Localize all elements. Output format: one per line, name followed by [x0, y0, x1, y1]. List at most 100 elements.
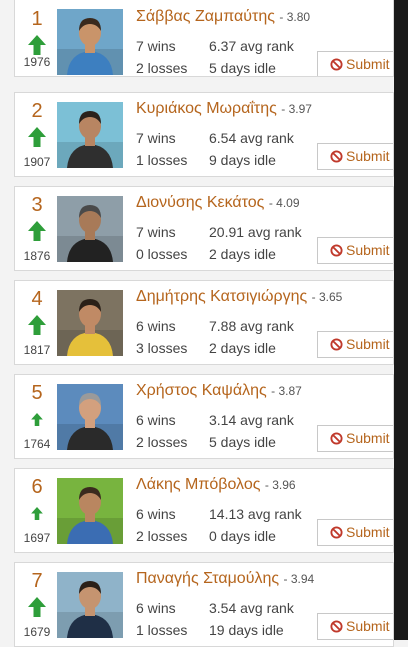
player-name-link[interactable]: Κυριάκος Μωραΐτης - 3.97: [136, 100, 312, 118]
wins-count: 7 wins: [136, 38, 176, 54]
submit-label[interactable]: Submit: [346, 430, 390, 446]
player-card[interactable]: 7 1679 Παναγής Σταμούλης - 3.94 6 wins 3.54 …: [14, 562, 394, 647]
avg-rank: 14.13 avg rank: [209, 506, 302, 522]
submit-button[interactable]: Submit: [317, 331, 393, 358]
wins-count: 7 wins: [136, 224, 176, 240]
wins-count: 7 wins: [136, 130, 176, 146]
up-arrow-icon: [28, 597, 46, 617]
player-position: 5: [31, 382, 43, 404]
submit-button[interactable]: Submit: [317, 425, 393, 452]
losses-count: 0 losses: [136, 246, 188, 262]
player-card[interactable]: 5 1764 Χρήστος Καψάλης - 3.87 6 wins 3.14 av…: [14, 374, 394, 459]
up-arrow-icon: [28, 221, 46, 241]
player-name-link[interactable]: Χρήστος Καψάλης - 3.87: [136, 382, 302, 400]
player-score: - 3.97: [281, 102, 312, 116]
submit-button[interactable]: Submit: [317, 613, 393, 640]
avg-rank: 3.14 avg rank: [209, 412, 294, 428]
wins-count: 6 wins: [136, 600, 176, 616]
submit-label[interactable]: Submit: [346, 618, 390, 634]
player-name-link[interactable]: Λάκης Μπόβολος - 3.96: [136, 476, 296, 494]
avg-rank: 20.91 avg rank: [209, 224, 302, 240]
player-score: - 3.65: [311, 290, 343, 304]
submit-button[interactable]: Submit: [317, 519, 393, 546]
player-name[interactable]: Κυριάκος Μωραΐτης: [136, 100, 277, 117]
wins-count: 6 wins: [136, 412, 176, 428]
player-card[interactable]: 1 1976 Σάββας Ζαμπαύτης - 3.80 7 wins 6.37 a…: [14, 0, 394, 77]
player-photo[interactable]: [57, 572, 123, 638]
player-card[interactable]: 6 1697 Λάκης Μπόβολος - 3.96 6 wins 14.13 av…: [14, 468, 394, 553]
ban-icon: [330, 338, 343, 351]
up-arrow-icon: [31, 507, 43, 520]
idle-days: 9 days idle: [209, 152, 276, 168]
submit-button[interactable]: Submit: [317, 143, 393, 170]
player-position: 7: [31, 570, 43, 592]
idle-days: 0 days idle: [209, 528, 276, 544]
submit-label[interactable]: Submit: [346, 524, 390, 540]
player-position: 4: [31, 288, 43, 310]
player-photo[interactable]: [57, 478, 123, 544]
player-rating: 1764: [23, 437, 51, 451]
player-rating: 1876: [23, 249, 51, 263]
player-name[interactable]: Δημήτρης Κατσιγιώργης: [136, 288, 307, 305]
avg-rank: 6.54 avg rank: [209, 130, 294, 146]
losses-count: 3 losses: [136, 340, 188, 356]
submit-button[interactable]: Submit: [317, 237, 393, 264]
losses-count: 2 losses: [136, 434, 188, 450]
submit-label[interactable]: Submit: [346, 56, 390, 72]
ban-icon: [330, 244, 343, 257]
player-name[interactable]: Διονύσης Κεκάτος: [136, 194, 264, 211]
screen-edge: [394, 0, 408, 640]
player-name[interactable]: Παναγής Σταμούλης: [136, 570, 279, 587]
avg-rank: 6.37 avg rank: [209, 38, 294, 54]
player-name-link[interactable]: Παναγής Σταμούλης - 3.94: [136, 570, 314, 588]
player-name[interactable]: Σάββας Ζαμπαύτης: [136, 8, 275, 25]
submit-button[interactable]: Submit: [317, 51, 393, 76]
player-score: - 3.80: [279, 10, 311, 24]
losses-count: 2 losses: [136, 528, 188, 544]
player-photo[interactable]: [57, 290, 123, 356]
player-rating: 1907: [23, 155, 51, 169]
up-arrow-icon: [28, 315, 46, 335]
player-rating: 1679: [23, 625, 51, 639]
losses-count: 2 losses: [136, 60, 188, 76]
player-rating: 1976: [23, 55, 51, 69]
idle-days: 19 days idle: [209, 622, 284, 638]
player-score: - 4.09: [268, 196, 300, 210]
player-name[interactable]: Λάκης Μπόβολος: [136, 476, 260, 493]
idle-days: 2 days idle: [209, 340, 276, 356]
player-name-link[interactable]: Διονύσης Κεκάτος - 4.09: [136, 194, 300, 212]
player-card[interactable]: 2 1907 Κυριάκος Μωραΐτης - 3.97 7 wins 6.54 …: [14, 92, 394, 177]
player-rating: 1697: [23, 531, 51, 545]
player-score: - 3.87: [271, 384, 302, 398]
avg-rank: 3.54 avg rank: [209, 600, 294, 616]
wins-count: 6 wins: [136, 506, 176, 522]
player-score: - 3.94: [283, 572, 315, 586]
player-name-link[interactable]: Δημήτρης Κατσιγιώργης - 3.65: [136, 288, 342, 306]
player-position: 1: [31, 8, 43, 30]
avg-rank: 7.88 avg rank: [209, 318, 294, 334]
player-card[interactable]: 4 1817 Δημήτρης Κατσιγιώργης - 3.65 6 wins 7…: [14, 280, 394, 365]
losses-count: 1 losses: [136, 622, 188, 638]
ban-icon: [330, 150, 343, 163]
player-photo[interactable]: [57, 9, 123, 75]
up-arrow-icon: [31, 413, 43, 426]
player-photo[interactable]: [57, 102, 123, 168]
player-photo[interactable]: [57, 384, 123, 450]
player-position: 3: [31, 194, 43, 216]
up-arrow-icon: [28, 35, 46, 55]
player-name-link[interactable]: Σάββας Ζαμπαύτης - 3.80: [136, 8, 310, 26]
submit-label[interactable]: Submit: [346, 148, 390, 164]
up-arrow-icon: [28, 127, 46, 147]
losses-count: 1 losses: [136, 152, 188, 168]
submit-label[interactable]: Submit: [346, 242, 390, 258]
player-photo[interactable]: [57, 196, 123, 262]
submit-label[interactable]: Submit: [346, 336, 390, 352]
ban-icon: [330, 58, 343, 71]
wins-count: 6 wins: [136, 318, 176, 334]
idle-days: 5 days idle: [209, 434, 276, 450]
player-position: 6: [31, 476, 43, 498]
player-card[interactable]: 3 1876 Διονύσης Κεκάτος - 4.09 7 wins 20.91 …: [14, 186, 394, 271]
player-name[interactable]: Χρήστος Καψάλης: [136, 382, 267, 399]
ban-icon: [330, 620, 343, 633]
idle-days: 5 days idle: [209, 60, 276, 76]
